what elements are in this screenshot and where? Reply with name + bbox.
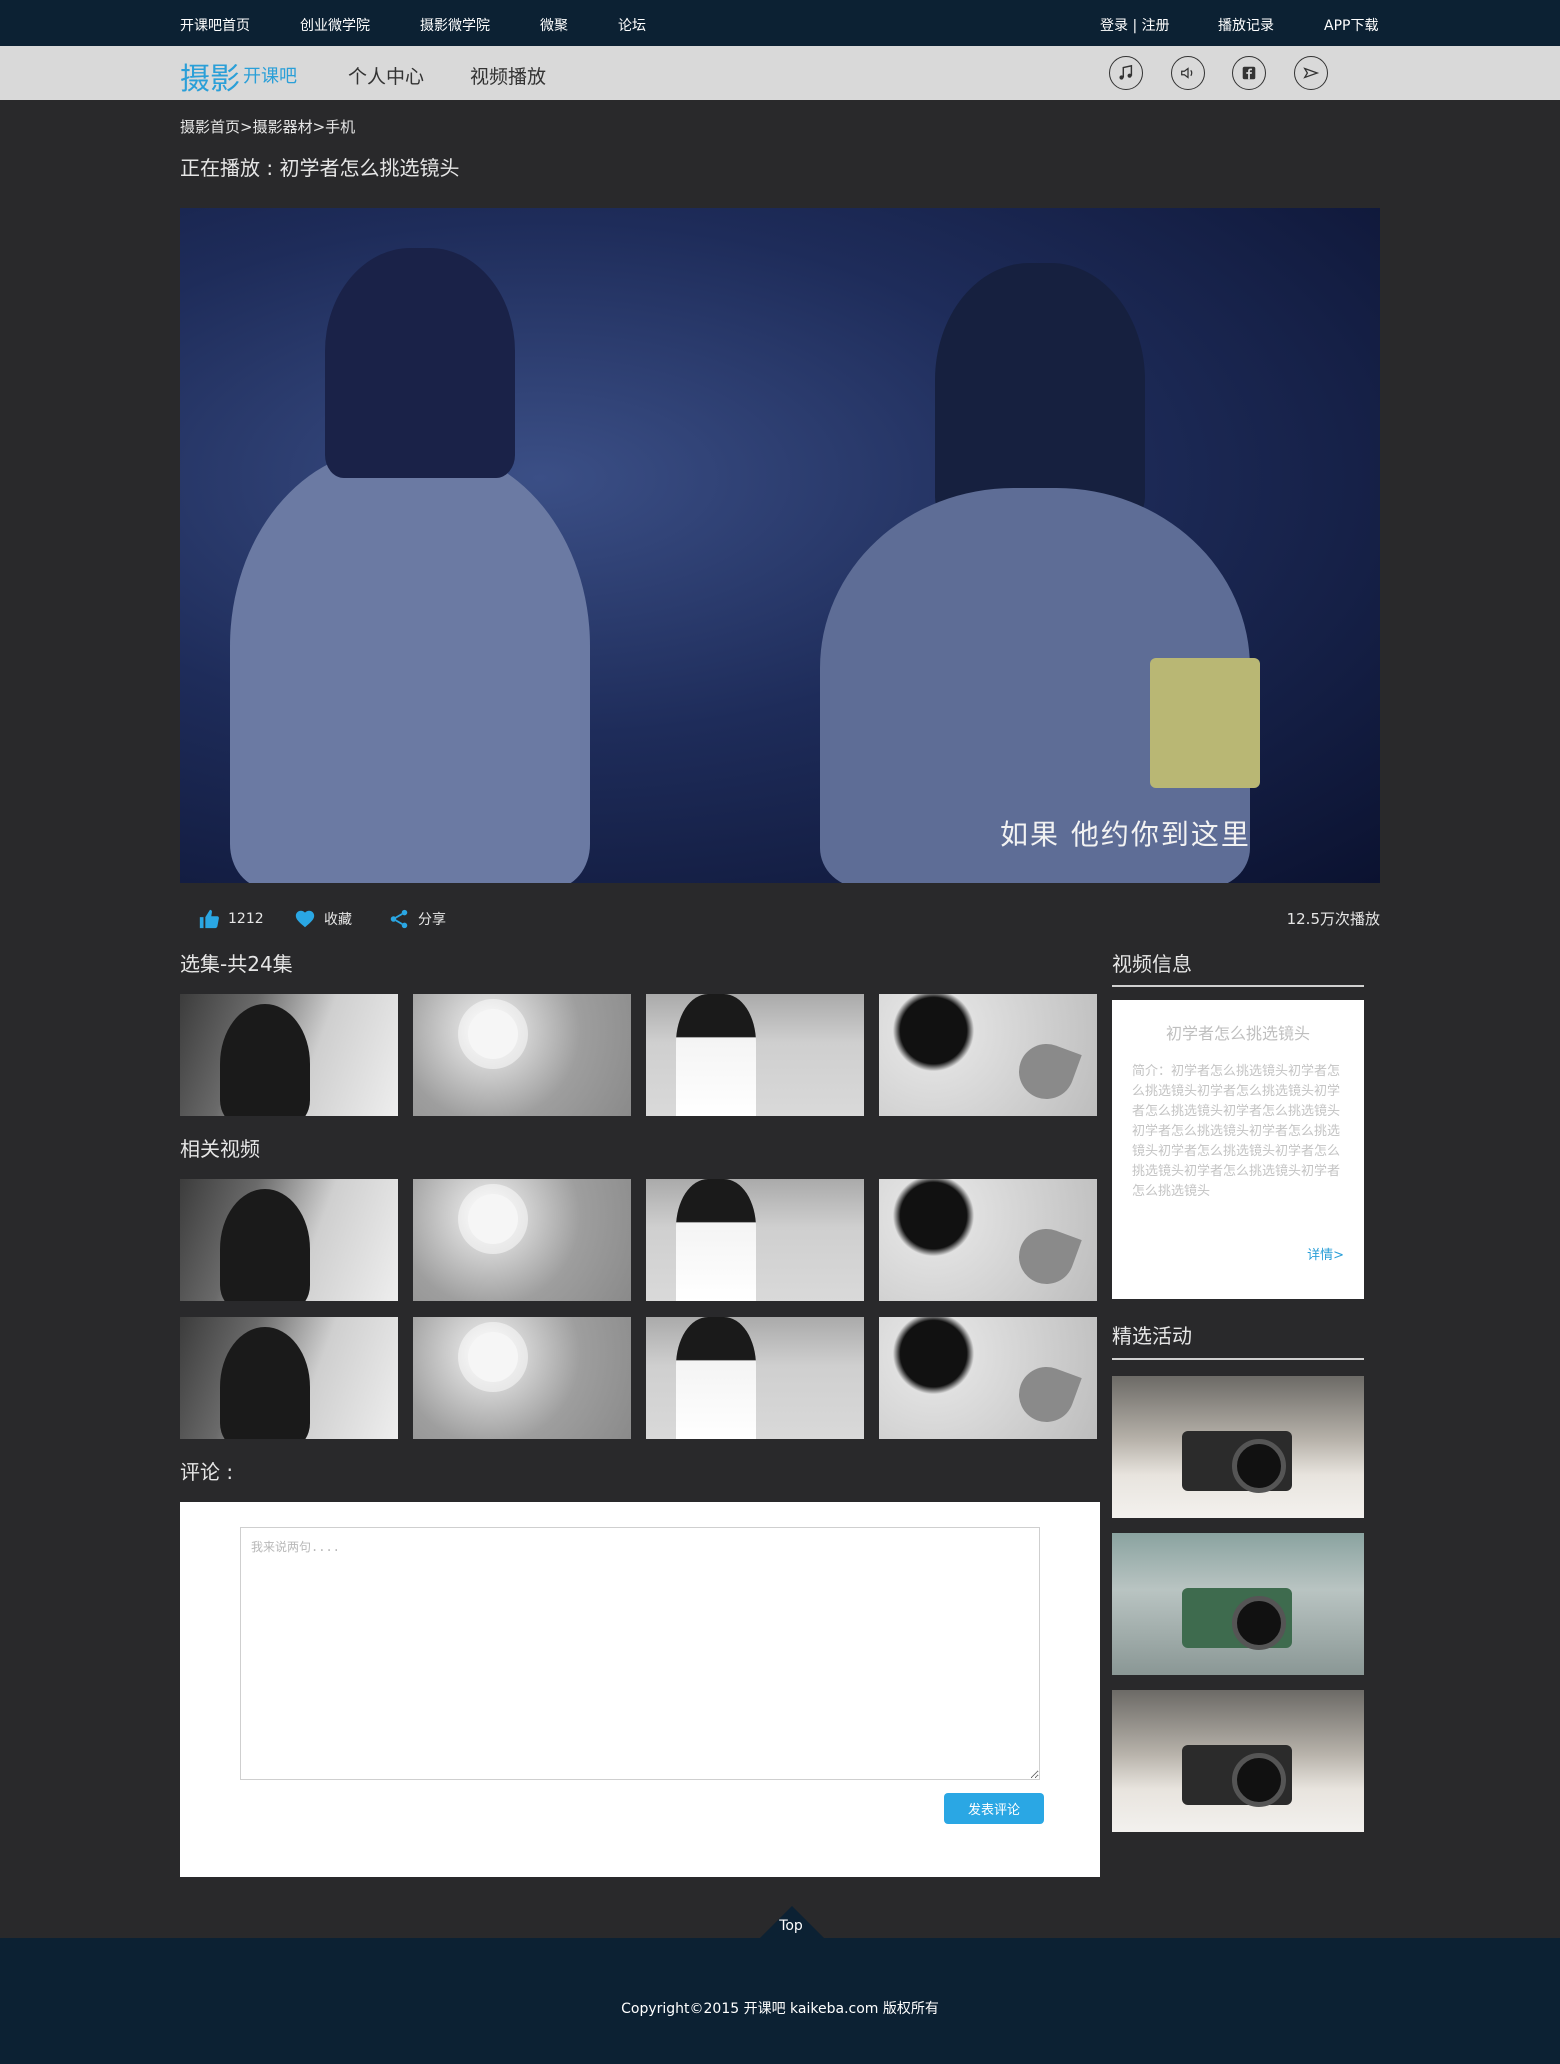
app-download-link[interactable]: APP下载 <box>1324 15 1378 35</box>
video-popcorn <box>1150 658 1260 788</box>
nav-link-forum[interactable]: 论坛 <box>618 15 646 35</box>
comment-box: 发表评论 <box>180 1502 1100 1877</box>
related-thumb-1[interactable] <box>180 1179 398 1301</box>
copyright: Copyright©2015 开课吧 kaikeba.com 版权所有 <box>621 2001 939 2017</box>
video-figure-woman-head <box>935 263 1145 523</box>
top-bar: 开课吧首页 创业微学院 摄影微学院 微聚 论坛 登录 | 注册 播放记录 APP… <box>0 0 1560 46</box>
related-thumb-3[interactable] <box>646 1179 864 1301</box>
nav-link-home[interactable]: 开课吧首页 <box>180 15 250 35</box>
thumbs-up-icon <box>199 909 219 929</box>
episode-thumb-2[interactable] <box>413 994 631 1116</box>
episode-thumb-4[interactable] <box>879 994 1097 1116</box>
episodes-title: 选集-共24集 <box>180 952 293 976</box>
episode-thumb-1[interactable] <box>180 994 398 1116</box>
back-to-top-button[interactable]: Top <box>766 1918 816 1934</box>
page-title: 正在播放 : 初学者怎么挑选镜头 <box>180 156 460 180</box>
submit-comment-button[interactable]: 发表评论 <box>944 1793 1044 1824</box>
nav-video-play[interactable]: 视频播放 <box>470 62 546 89</box>
comment-input[interactable] <box>240 1527 1040 1780</box>
video-player[interactable]: 如果 他约你到这里 <box>180 208 1380 883</box>
logo-sub[interactable]: 开课吧 <box>243 62 297 88</box>
share-label: 分享 <box>418 912 446 928</box>
footer: Copyright©2015 开课吧 kaikeba.com 版权所有 <box>0 1938 1560 2064</box>
favorite-label: 收藏 <box>324 912 352 928</box>
related-thumb-7[interactable] <box>646 1317 864 1439</box>
send-icon[interactable] <box>1294 56 1328 90</box>
heart-icon <box>295 910 315 928</box>
related-thumb-5[interactable] <box>180 1317 398 1439</box>
divider <box>1112 1358 1364 1360</box>
details-link[interactable]: 详情> <box>1307 1244 1344 1263</box>
episode-thumb-3[interactable] <box>646 994 864 1116</box>
related-thumb-8[interactable] <box>879 1317 1097 1439</box>
comments-title: 评论 : <box>180 1460 234 1484</box>
activity-image-1[interactable] <box>1112 1376 1364 1518</box>
nav-link-startup[interactable]: 创业微学院 <box>300 15 370 35</box>
video-figure-man <box>230 448 590 883</box>
activity-image-2[interactable] <box>1112 1533 1364 1675</box>
divider <box>1112 985 1364 987</box>
related-thumb-6[interactable] <box>413 1317 631 1439</box>
nav-link-photography[interactable]: 摄影微学院 <box>420 15 490 35</box>
volume-icon[interactable] <box>1171 56 1205 90</box>
related-thumb-4[interactable] <box>879 1179 1097 1301</box>
like-button[interactable]: 1212 <box>198 908 264 930</box>
sub-header: 摄影 开课吧 个人中心 视频播放 <box>0 46 1560 100</box>
activity-title: 精选活动 <box>1112 1324 1192 1348</box>
video-info-name: 初学者怎么挑选镜头 <box>1165 1024 1310 1043</box>
share-button[interactable]: 分享 <box>388 908 446 930</box>
history-link[interactable]: 播放记录 <box>1218 15 1274 35</box>
activity-image-3[interactable] <box>1112 1690 1364 1832</box>
video-info-description: 简介：初学者怎么挑选镜头初学者怎么挑选镜头初学者怎么挑选镜头初学者怎么挑选镜头初… <box>1132 1064 1341 1199</box>
nav-link-weiju[interactable]: 微聚 <box>540 15 568 35</box>
facebook-icon[interactable] <box>1232 56 1266 90</box>
play-count: 12.5万次播放 <box>1286 910 1380 928</box>
video-info-title: 视频信息 <box>1112 952 1192 976</box>
video-subtitle: 如果 他约你到这里 <box>1000 818 1251 851</box>
related-title: 相关视频 <box>180 1137 260 1161</box>
login-register-link[interactable]: 登录 | 注册 <box>1100 15 1170 35</box>
favorite-button[interactable]: 收藏 <box>294 908 352 930</box>
breadcrumb[interactable]: 摄影首页>摄影器材>手机 <box>180 116 355 137</box>
like-count: 1212 <box>228 911 264 927</box>
related-thumb-2[interactable] <box>413 1179 631 1301</box>
nav-personal-center[interactable]: 个人中心 <box>348 62 424 89</box>
share-icon <box>390 909 408 929</box>
logo-main[interactable]: 摄影 <box>180 54 240 98</box>
music-icon[interactable] <box>1109 56 1143 90</box>
video-figure-man-head <box>325 248 515 478</box>
video-info-card: 初学者怎么挑选镜头 简介：初学者怎么挑选镜头初学者怎么挑选镜头初学者怎么挑选镜头… <box>1112 1000 1364 1299</box>
